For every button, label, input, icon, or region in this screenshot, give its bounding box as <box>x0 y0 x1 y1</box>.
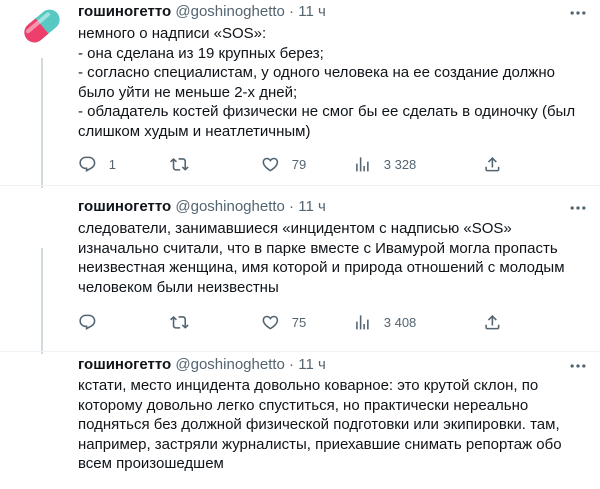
views-button[interactable]: 3 408 <box>353 312 416 332</box>
author-name[interactable]: гошиногетто <box>78 198 171 215</box>
separator-dot: · <box>289 3 295 20</box>
pill-avatar-icon <box>16 0 68 52</box>
tweet-line: неизвестная женщина, имя которой и приро… <box>78 259 565 276</box>
views-count: 3 328 <box>383 156 417 172</box>
thread-line <box>41 248 43 354</box>
author-handle[interactable]: @goshinoghetto <box>175 356 284 373</box>
tweet-header: гошиногетто @goshinoghetto · 11 ч <box>78 197 326 217</box>
author-handle[interactable]: @goshinoghetto <box>175 198 284 215</box>
author-name[interactable]: гошиногетто <box>78 356 171 373</box>
reply-count: 1 <box>108 156 116 172</box>
tweet-line: немного о надписи «SOS»: <box>78 25 267 42</box>
tweet-line: всем произошедшем <box>78 455 224 472</box>
tweet-line: например, застряли журналисты, приехавши… <box>78 435 562 453</box>
thread-line <box>41 58 43 188</box>
tweet-line: кстати, место инцидента довольно коварно… <box>78 377 539 394</box>
tweet-text: немного о надписи «SOS»: - она сделана и… <box>78 24 588 141</box>
tweet-line: следователи, занимавшиеся «инцидентом с … <box>78 220 512 237</box>
like-button[interactable]: 79 <box>261 154 306 174</box>
tweet-time[interactable]: 11 ч <box>298 198 326 215</box>
tweet-text: кстати, место инцидента довольно коварно… <box>78 376 588 474</box>
tweet-line: было уйти не меньше 2-х дней; <box>78 83 298 101</box>
share-icon <box>485 314 500 330</box>
like-count: 75 <box>291 314 307 330</box>
tweet-line: - обладатель костей физически не смог бы… <box>78 103 576 120</box>
reply-button[interactable] <box>78 312 109 332</box>
tweet-line: подняться без должной физической подгото… <box>78 416 560 433</box>
tweet-line: которому довольно легко спуститься, но п… <box>78 396 529 414</box>
retweet-button[interactable] <box>170 312 201 332</box>
avatar[interactable] <box>16 0 68 52</box>
tweet-line: человеком были неизвестны <box>78 278 279 296</box>
views-count: 3 408 <box>383 314 417 330</box>
author-name[interactable]: гошиногетто <box>78 3 171 20</box>
separator-dot: · <box>289 356 295 373</box>
more-icon[interactable] <box>568 3 588 23</box>
like-button[interactable]: 75 <box>261 312 306 332</box>
divider <box>0 351 600 352</box>
share-icon <box>485 156 500 172</box>
share-button[interactable] <box>483 154 502 174</box>
views-button[interactable]: 3 328 <box>353 154 416 174</box>
divider <box>0 185 600 186</box>
tweet-text: следователи, занимавшиеся «инцидентом с … <box>78 219 588 297</box>
retweet-button[interactable] <box>170 154 201 174</box>
heart-icon <box>262 315 279 330</box>
more-icon[interactable] <box>568 198 588 218</box>
retweet-icon <box>170 315 189 329</box>
views-icon <box>356 156 369 172</box>
share-button[interactable] <box>483 312 502 332</box>
tweet-actions: 1 79 3 328 <box>78 154 508 174</box>
tweet-line: слишком худым и неатлетичным) <box>78 122 311 140</box>
tweet-header: гошиногетто @goshinoghetto · 11 ч <box>78 2 326 22</box>
separator-dot: · <box>289 198 295 215</box>
reply-icon <box>79 314 96 330</box>
retweet-icon <box>170 157 189 171</box>
tweet-actions: 75 3 408 <box>78 312 508 332</box>
like-count: 79 <box>291 156 307 172</box>
heart-icon <box>262 157 279 172</box>
author-handle[interactable]: @goshinoghetto <box>175 3 284 20</box>
reply-button[interactable]: 1 <box>78 154 116 174</box>
tweet-line: - согласно специалистам, у одного челове… <box>78 64 555 81</box>
tweet-time[interactable]: 11 ч <box>298 356 326 373</box>
views-icon <box>356 314 369 330</box>
reply-icon <box>79 156 96 172</box>
more-icon[interactable] <box>568 356 588 376</box>
tweet-header: гошиногетто @goshinoghetto · 11 ч <box>78 355 326 375</box>
tweet-line: изначально считали, что в парке вместе с… <box>78 239 558 257</box>
tweet-time[interactable]: 11 ч <box>298 3 326 20</box>
tweet-line: - она сделана из 19 крупных берез; <box>78 44 324 62</box>
